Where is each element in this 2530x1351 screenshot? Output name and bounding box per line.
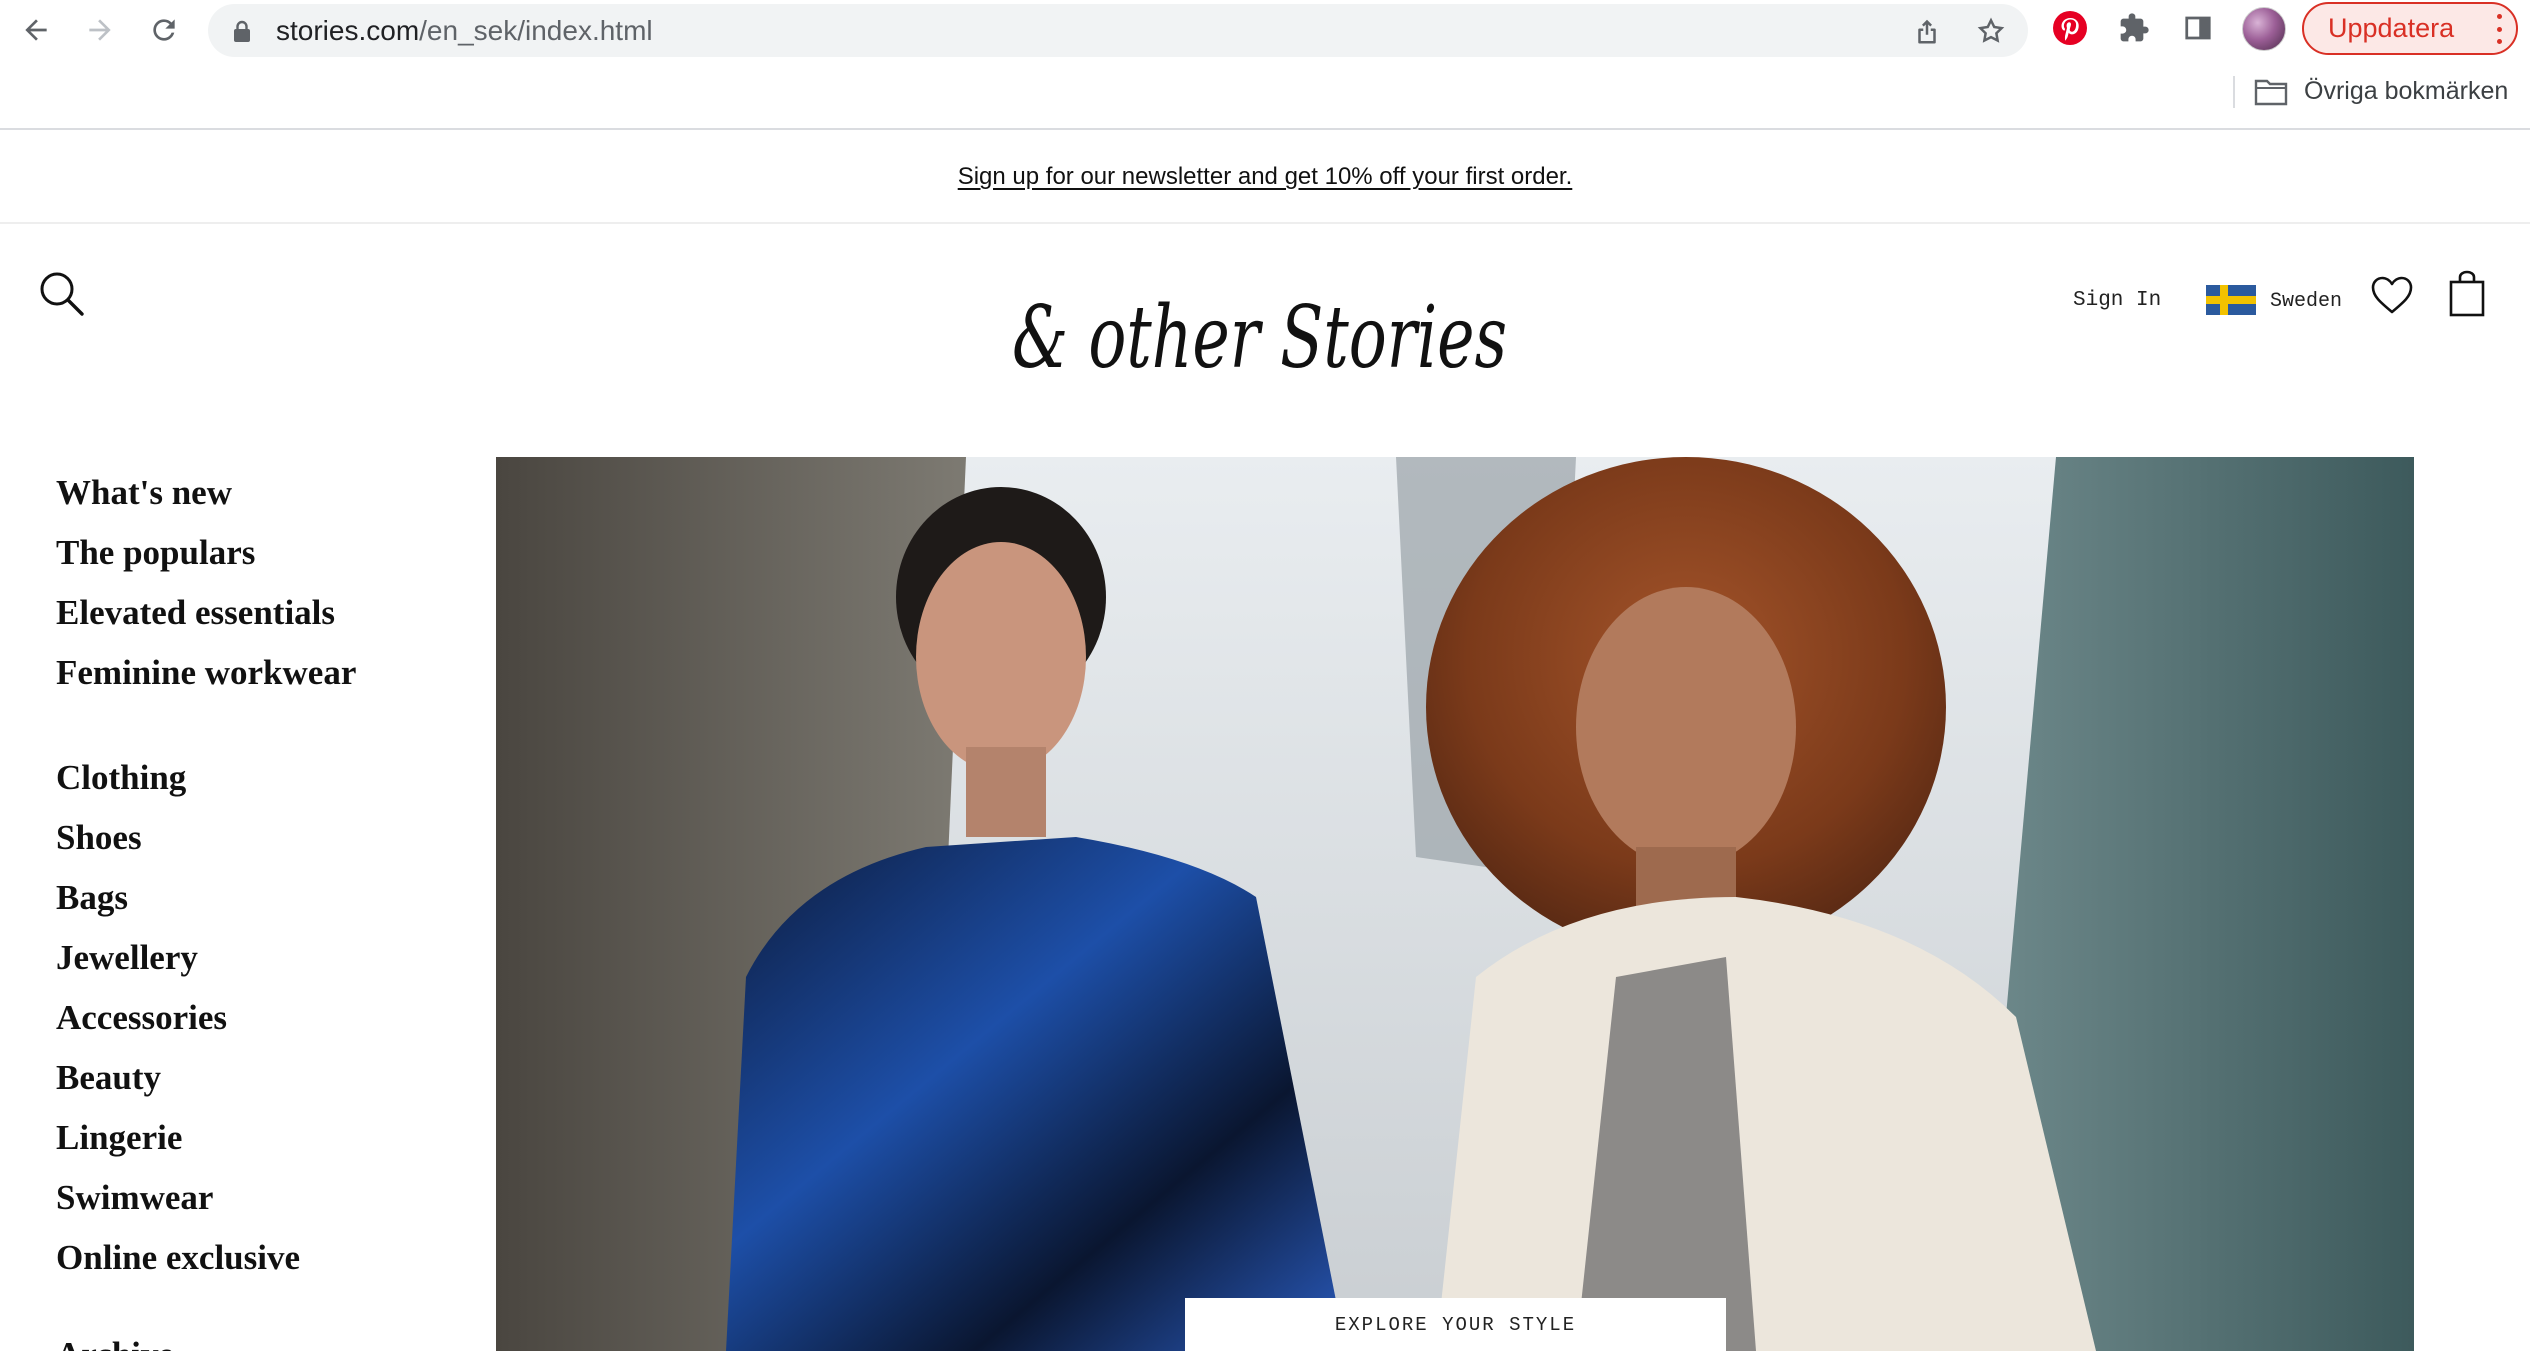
nav-item-elevated-essentials[interactable]: Elevated essentials	[56, 583, 356, 643]
sweden-flag[interactable]	[2206, 285, 2256, 315]
url-text: stories.com/en_sek/index.html	[276, 16, 653, 46]
nav-item-shoes[interactable]: Shoes	[56, 808, 356, 868]
nav-item-jewellery[interactable]: Jewellery	[56, 928, 356, 988]
brand-logo[interactable]: & other Stories	[1012, 285, 1512, 395]
logo-text: & other Stories	[1012, 288, 1507, 388]
nav-item-bags[interactable]: Bags	[56, 868, 356, 928]
nav-item-swimwear[interactable]: Swimwear	[56, 1168, 356, 1228]
bookmarks-divider	[2233, 76, 2235, 108]
nav-item-whats-new[interactable]: What's new	[56, 463, 356, 523]
nav-item-feminine-workwear[interactable]: Feminine workwear	[56, 643, 356, 703]
nav-item-clothing[interactable]: Clothing	[56, 748, 356, 808]
explore-your-style-button[interactable]: EXPLORE YOUR STYLE	[1185, 1298, 1726, 1351]
pinterest-extension[interactable]	[2052, 10, 2088, 46]
update-button[interactable]: Uppdatera	[2302, 2, 2518, 55]
nav-item-the-populars[interactable]: The populars	[56, 523, 356, 583]
reload-icon	[153, 19, 175, 41]
newsletter-link[interactable]: Sign up for our newsletter and get 10% o…	[958, 163, 1573, 191]
extensions-icon	[2120, 13, 2149, 42]
lock-icon	[234, 20, 250, 42]
sign-in-link[interactable]: Sign In	[2073, 289, 2161, 312]
hero-image[interactable]	[496, 457, 2414, 1351]
logo-wordmark: & other Stories	[1012, 288, 1507, 388]
browser-toolbar: stories.com/en_sek/index.html Uppdatera	[0, 0, 2530, 60]
nav-group-featured: What's new The populars Elevated essenti…	[56, 463, 356, 703]
nav-item-beauty[interactable]: Beauty	[56, 1048, 356, 1108]
nav-item-lingerie[interactable]: Lingerie	[56, 1108, 356, 1168]
url-domain: stories.com	[276, 15, 420, 46]
reload-button[interactable]	[140, 6, 188, 54]
other-bookmarks-label[interactable]: Övriga bokmärken	[2304, 77, 2508, 106]
bookmarks-bar: Övriga bokmärken	[0, 60, 2530, 130]
profile-avatar[interactable]	[2242, 7, 2286, 51]
nav-item-online-exclusive[interactable]: Online exclusive	[56, 1228, 356, 1288]
url-path: /en_sek/index.html	[419, 15, 653, 46]
category-nav: What's new The populars Elevated essenti…	[56, 463, 356, 1351]
address-bar[interactable]: stories.com/en_sek/index.html	[208, 4, 2028, 57]
menu-dots-icon[interactable]	[2496, 14, 2502, 44]
extensions-button[interactable]	[2116, 10, 2152, 46]
nav-item-accessories[interactable]: Accessories	[56, 988, 356, 1048]
search-icon[interactable]	[38, 270, 86, 318]
heart-icon[interactable]	[2370, 275, 2414, 315]
nav-item-archive[interactable]: Archive	[56, 1335, 174, 1351]
side-panel-icon	[2185, 16, 2211, 40]
bag-icon[interactable]	[2448, 270, 2486, 318]
pinterest-icon	[2053, 11, 2087, 45]
back-button[interactable]	[12, 6, 60, 54]
newsletter-banner: Sign up for our newsletter and get 10% o…	[0, 132, 2530, 224]
side-panel-button[interactable]	[2180, 10, 2216, 46]
update-label: Uppdatera	[2328, 13, 2455, 43]
country-selector[interactable]: Sweden	[2270, 290, 2342, 313]
share-icon[interactable]	[1912, 16, 1942, 46]
forward-button[interactable]	[76, 6, 124, 54]
folder-icon	[2254, 79, 2288, 106]
forward-icon	[89, 19, 111, 41]
hero-photo	[496, 457, 2414, 1351]
nav-group-categories: Clothing Shoes Bags Jewellery Accessorie…	[56, 748, 356, 1288]
back-icon	[25, 19, 47, 41]
star-icon[interactable]	[1976, 16, 2006, 46]
